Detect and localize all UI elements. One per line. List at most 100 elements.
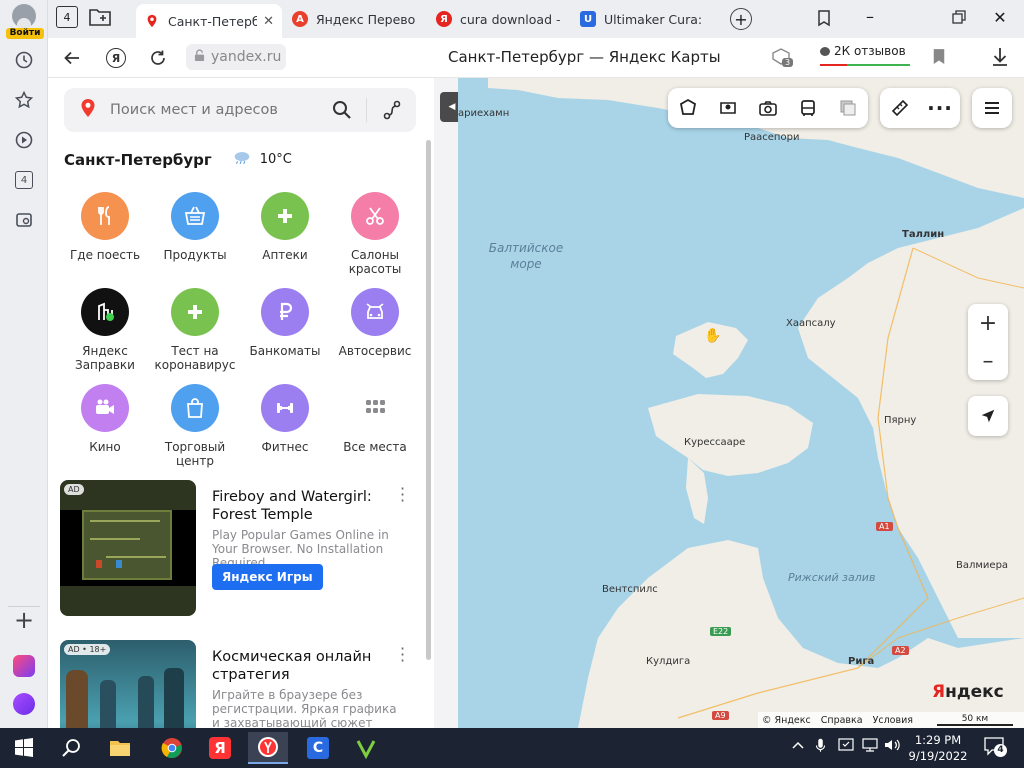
minimize-button[interactable]: –: [858, 9, 882, 26]
map-label-mariehamn: ариехамн: [458, 108, 510, 119]
microphone-icon[interactable]: [815, 738, 826, 756]
collections-icon[interactable]: [814, 8, 834, 28]
more-options-icon[interactable]: · · ·: [400, 481, 405, 509]
category-mall[interactable]: Торговый центр: [150, 384, 240, 468]
panel-scrollbar[interactable]: [426, 140, 431, 660]
media-play-icon[interactable]: [10, 126, 38, 154]
locate-me-button[interactable]: [968, 396, 1008, 436]
add-panel-icon[interactable]: +: [10, 606, 38, 634]
reviews-label: 2К отзывов: [834, 44, 906, 58]
yandex-home-button[interactable]: Я: [102, 44, 130, 72]
yandex-icon: Я: [436, 11, 452, 27]
map-overlay-icon[interactable]: [828, 88, 868, 128]
category-label: Аптеки: [262, 248, 308, 262]
alice-icon[interactable]: [10, 690, 38, 718]
screenshot-icon[interactable]: [10, 206, 38, 234]
map-label-haapsalu: Хаапсалу: [786, 318, 836, 329]
map-label-gulf-of-riga: Рижский залив: [788, 571, 876, 584]
more-dots-icon[interactable]: ···: [920, 88, 960, 128]
yandex-logo[interactable]: Яндекс: [932, 682, 1004, 702]
category-cinema[interactable]: Кино: [60, 384, 150, 454]
ad-card[interactable]: AD Fireboy and Watergirl: Forest Temple …: [60, 480, 420, 620]
tab-cura-download[interactable]: Я cura download –: [428, 4, 568, 34]
volume-icon[interactable]: [884, 738, 900, 755]
cura-app-icon[interactable]: C: [298, 732, 338, 764]
ruler-icon[interactable]: [880, 88, 920, 128]
back-button[interactable]: [58, 44, 86, 72]
tab-group-button[interactable]: 4: [56, 6, 78, 28]
tabs-count-button[interactable]: 4: [10, 166, 38, 194]
category-all-places[interactable]: Все места: [330, 384, 420, 454]
close-tab-icon[interactable]: ✕: [263, 14, 274, 29]
map-view[interactable]: ариехамн Раасепори Таллин Балтийское мор…: [458, 78, 1024, 728]
tab-ultimaker-cura[interactable]: U Ultimaker Cura: F: [572, 4, 712, 34]
map-label-kuressaare: Курессааре: [684, 437, 746, 448]
reload-button[interactable]: [144, 44, 172, 72]
app-v-icon[interactable]: [346, 732, 386, 764]
search-bar[interactable]: [64, 88, 416, 132]
reviews-button[interactable]: 2К отзывов: [820, 44, 910, 66]
login-button[interactable]: Войти: [6, 4, 44, 39]
new-folder-icon[interactable]: [88, 6, 112, 28]
logo-ya: Я: [932, 682, 946, 702]
grid-icon: [351, 384, 399, 432]
copyright[interactable]: © Яндекс: [762, 715, 811, 726]
weather-widget[interactable]: 10°C: [232, 150, 292, 169]
file-explorer-icon[interactable]: [100, 732, 140, 764]
scissors-icon: [351, 192, 399, 240]
category-car-service[interactable]: Автосервис: [330, 288, 420, 358]
zoom-in-button[interactable]: +: [979, 304, 997, 342]
hand-cursor-icon: ✋: [704, 328, 722, 344]
ad-cta-button[interactable]: Яндекс Игры: [212, 564, 323, 590]
search-input[interactable]: [110, 102, 310, 118]
menu-button[interactable]: [972, 88, 1012, 128]
category-atm[interactable]: Банкоматы: [240, 288, 330, 358]
url-text: yandex.ru: [211, 49, 282, 65]
help-link[interactable]: Справка: [821, 715, 863, 726]
close-window-button[interactable]: ✕: [990, 8, 1010, 28]
panorama-icon[interactable]: [708, 88, 748, 128]
bookmark-icon[interactable]: [932, 48, 948, 68]
ad-card[interactable]: AD • 18+ Космическая онлайн стратегия Иг…: [60, 640, 420, 728]
tab-yandex-translate[interactable]: A Яндекс Перевод: [284, 4, 424, 34]
category-beauty[interactable]: Салоны красоты: [330, 192, 420, 276]
new-tab-button[interactable]: +: [730, 8, 752, 30]
zoom-out-button[interactable]: –: [983, 342, 994, 380]
scale-label: 50 км: [961, 713, 989, 724]
transit-bus-icon[interactable]: [788, 88, 828, 128]
search-icon[interactable]: [52, 732, 92, 764]
yandex-app-icon[interactable]: Я: [200, 732, 240, 764]
category-fuel[interactable]: Яндекс Заправки: [60, 288, 150, 372]
route-icon[interactable]: [382, 99, 402, 125]
yandex-browser-icon[interactable]: [248, 732, 288, 764]
terms-link[interactable]: Условия: [873, 715, 913, 726]
category-covid-test[interactable]: Тест на коронавирус: [150, 288, 240, 372]
category-pharmacy[interactable]: Аптеки: [240, 192, 330, 262]
bookmarks-star-icon[interactable]: [10, 86, 38, 114]
category-label: Яндекс Заправки: [75, 344, 135, 372]
map-layer-icon[interactable]: [668, 88, 708, 128]
security-icon[interactable]: [838, 738, 854, 755]
windows-start-icon[interactable]: [4, 732, 44, 764]
tray-chevron-icon[interactable]: [792, 738, 804, 752]
category-groceries[interactable]: Продукты: [150, 192, 240, 262]
category-food[interactable]: Где поесть: [60, 192, 150, 262]
translate-icon: A: [292, 11, 308, 27]
ad-tag: AD: [64, 484, 84, 495]
download-icon[interactable]: [990, 46, 1010, 68]
chat-bubble-icon: [820, 46, 830, 56]
photo-camera-icon[interactable]: [748, 88, 788, 128]
chrome-icon[interactable]: [152, 732, 192, 764]
category-fitness[interactable]: Фитнес: [240, 384, 330, 454]
url-field[interactable]: yandex.ru: [186, 44, 286, 70]
restore-button[interactable]: [948, 10, 968, 26]
history-icon[interactable]: [10, 46, 38, 74]
taskbar-clock[interactable]: 1:29 PM 9/19/2022: [906, 732, 970, 764]
network-icon[interactable]: [862, 738, 878, 755]
tab-yandex-maps[interactable]: Санкт-Петерб ✕: [136, 4, 282, 38]
more-options-icon[interactable]: · · ·: [400, 641, 405, 669]
search-icon[interactable]: [332, 100, 352, 124]
protect-icon[interactable]: 3: [770, 46, 794, 68]
notifications-icon[interactable]: 4: [984, 736, 1007, 759]
messenger-icon[interactable]: [10, 652, 38, 680]
